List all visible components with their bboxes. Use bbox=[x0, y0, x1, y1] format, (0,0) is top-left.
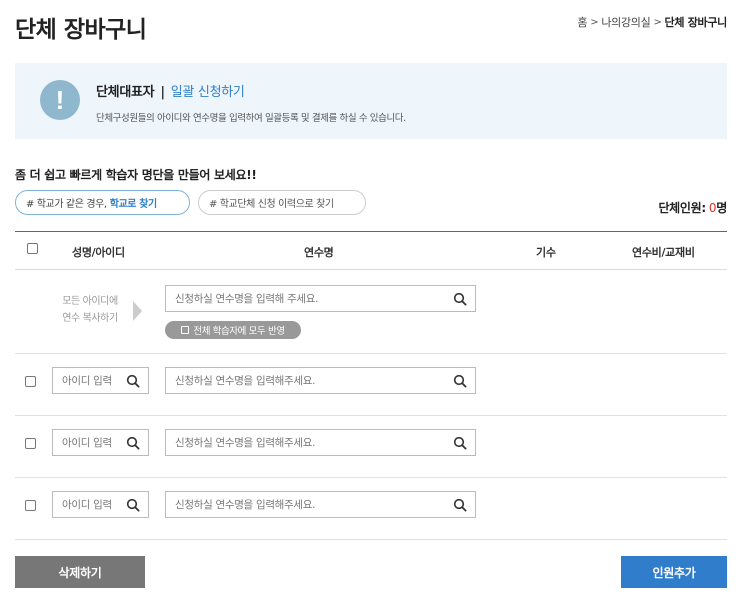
breadcrumb-current: 단체 장바구니 bbox=[664, 16, 728, 29]
select-all-checkbox[interactable] bbox=[27, 243, 38, 254]
breadcrumb: 홈 > 나의강의실 > 단체 장바구니 bbox=[577, 14, 727, 30]
course-input[interactable]: 신청하실 연수명을 입력해주세요. bbox=[165, 491, 476, 518]
header-term: 기수 bbox=[536, 246, 556, 259]
page-title: 단체 장바구니 bbox=[15, 17, 147, 43]
search-icon[interactable] bbox=[453, 374, 467, 388]
course-placeholder: 신청하실 연수명을 입력해주세요. bbox=[175, 437, 316, 449]
breadcrumb-separator: > bbox=[590, 16, 599, 28]
id-input[interactable]: 아이디 입력 bbox=[52, 367, 149, 394]
find-by-school-button[interactable]: # 학교가 같은 경우, 학교로 찾기 bbox=[15, 190, 190, 215]
id-placeholder: 아이디 입력 bbox=[62, 375, 112, 387]
search-icon[interactable] bbox=[126, 374, 140, 388]
row-checkbox[interactable] bbox=[25, 500, 36, 511]
row-checkbox[interactable] bbox=[25, 438, 36, 449]
find-by-history-label: # 학교단체 신청 이력으로 찾기 bbox=[209, 199, 334, 210]
find-by-school-accent: 학교로 찾기 bbox=[109, 199, 157, 210]
find-by-history-button[interactable]: # 학교단체 신청 이력으로 찾기 bbox=[198, 190, 366, 215]
member-count-unit: 명 bbox=[716, 201, 727, 215]
exclamation-icon: ! bbox=[40, 80, 80, 120]
id-placeholder: 아이디 입력 bbox=[62, 499, 112, 511]
id-input[interactable]: 아이디 입력 bbox=[52, 429, 149, 456]
arrow-right-icon bbox=[133, 301, 142, 321]
copy-course-row: 모든 아이디에 연수 복사하기 신청하실 연수명을 입력해 주세요. 전체 학습… bbox=[15, 271, 727, 354]
copy-course-placeholder: 신청하실 연수명을 입력해 주세요. bbox=[175, 293, 319, 305]
find-by-school-prefix: # 학교가 같은 경우, bbox=[26, 199, 107, 210]
info-title: 단체대표자 | 일괄 신청하기 bbox=[96, 81, 245, 100]
info-title-divider: | bbox=[160, 85, 165, 100]
search-icon[interactable] bbox=[453, 292, 467, 306]
apply-all-button[interactable]: 전체 학습자에 모두 반영 bbox=[165, 321, 301, 339]
id-input[interactable]: 아이디 입력 bbox=[52, 491, 149, 518]
course-input[interactable]: 신청하실 연수명을 입력해주세요. bbox=[165, 429, 476, 456]
table-row: 아이디 입력 신청하실 연수명을 입력해주세요. bbox=[15, 416, 727, 478]
search-icon[interactable] bbox=[453, 498, 467, 512]
copy-course-line2: 연수 복사하기 bbox=[62, 313, 118, 324]
copy-course-input[interactable]: 신청하실 연수명을 입력해 주세요. bbox=[165, 285, 476, 312]
copy-course-line1: 모든 아이디에 bbox=[62, 296, 118, 307]
row-checkbox[interactable] bbox=[25, 376, 36, 387]
search-icon[interactable] bbox=[126, 498, 140, 512]
breadcrumb-home[interactable]: 홈 bbox=[577, 14, 587, 30]
info-description: 단체구성원들의 아이디와 연수명을 입력하여 일괄등록 및 결제를 하실 수 있… bbox=[96, 113, 406, 124]
info-title-accent: 일괄 신청하기 bbox=[170, 85, 245, 100]
course-placeholder: 신청하실 연수명을 입력해주세요. bbox=[175, 375, 316, 387]
delete-button[interactable]: 삭제하기 bbox=[15, 556, 145, 588]
info-box: ! 단체대표자 | 일괄 신청하기 단체구성원들의 아이디와 연수명을 입력하여 일… bbox=[15, 63, 727, 139]
header-fee: 연수비/교재비 bbox=[632, 246, 695, 259]
info-title-main: 단체대표자 bbox=[96, 85, 155, 100]
copy-course-text: 모든 아이디에 연수 복사하기 bbox=[55, 293, 125, 327]
breadcrumb-parent[interactable]: 나의강의실 bbox=[601, 14, 650, 30]
member-count-label: 단체인원: bbox=[658, 201, 706, 215]
table-row: 아이디 입력 신청하실 연수명을 입력해주세요. bbox=[15, 354, 727, 416]
apply-all-label: 전체 학습자에 모두 반영 bbox=[193, 326, 285, 337]
course-placeholder: 신청하실 연수명을 입력해주세요. bbox=[175, 499, 316, 511]
header-course: 연수명 bbox=[304, 246, 334, 259]
header-name-id: 성명/아이디 bbox=[72, 246, 125, 259]
table-row: 아이디 입력 신청하실 연수명을 입력해주세요. bbox=[15, 478, 727, 540]
add-member-button[interactable]: 인원추가 bbox=[621, 556, 727, 588]
search-icon[interactable] bbox=[453, 436, 467, 450]
lead-text: 좀 더 쉽고 빠르게 학습자 명단을 만들어 보세요!! bbox=[15, 168, 257, 182]
id-placeholder: 아이디 입력 bbox=[62, 437, 112, 449]
member-count: 단체인원: 0명 bbox=[658, 199, 727, 216]
search-icon[interactable] bbox=[126, 436, 140, 450]
copy-icon bbox=[181, 326, 190, 334]
course-input[interactable]: 신청하실 연수명을 입력해주세요. bbox=[165, 367, 476, 394]
table-header: 성명/아이디 연수명 기수 연수비/교재비 bbox=[15, 232, 727, 270]
breadcrumb-separator: > bbox=[653, 16, 662, 28]
